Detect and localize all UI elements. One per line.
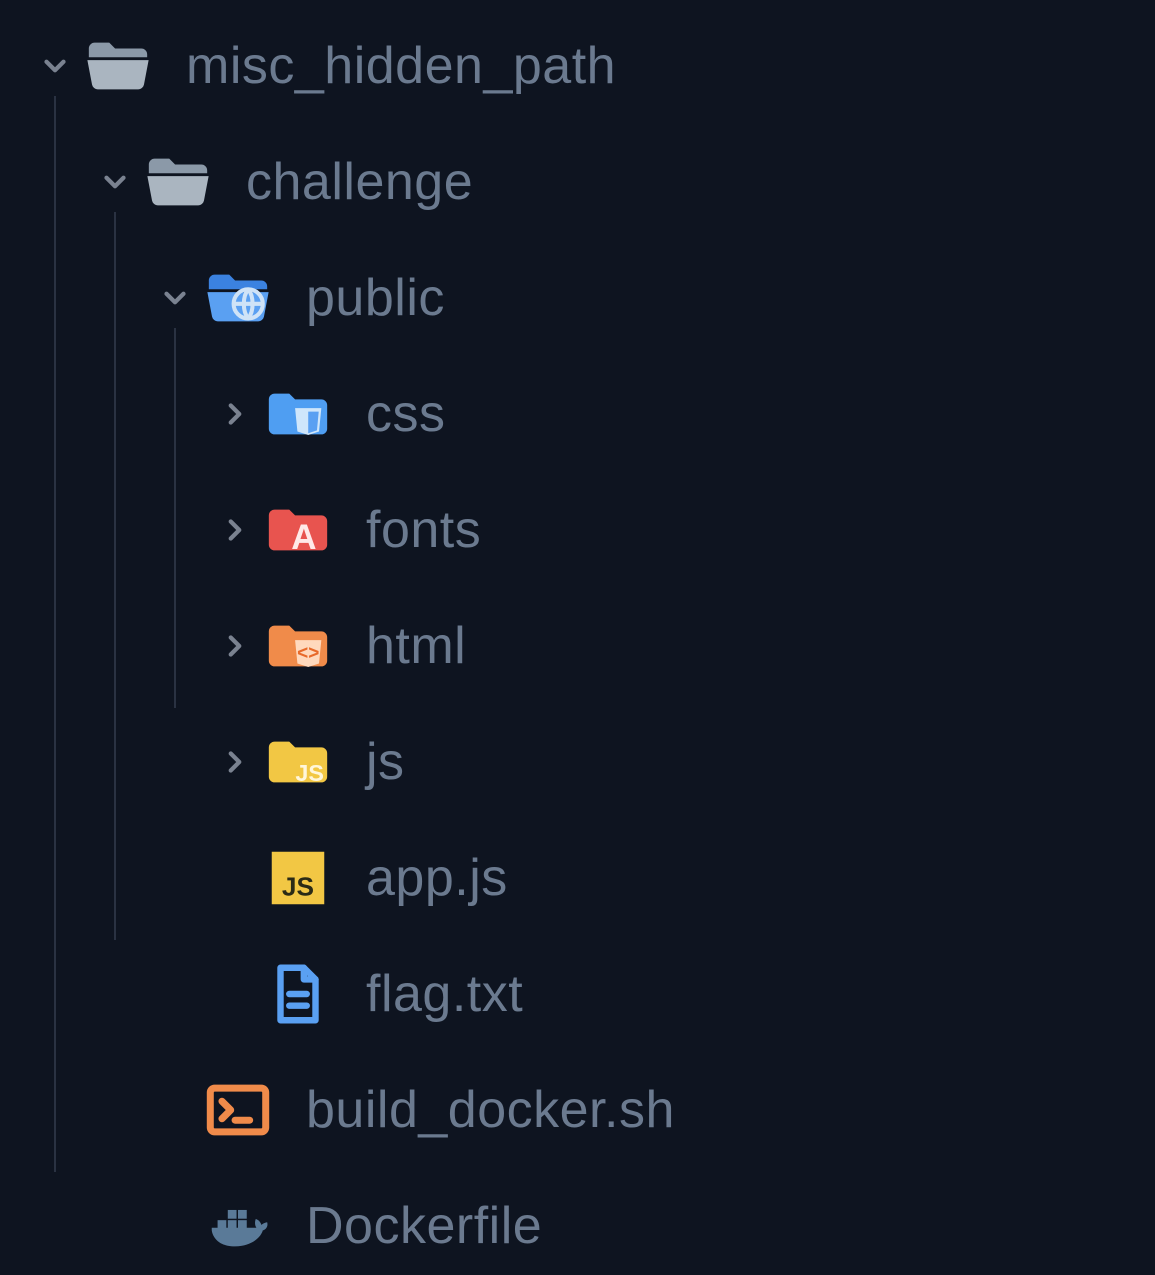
tree-item-label: misc_hidden_path (186, 36, 616, 96)
folder-open-icon (140, 144, 216, 220)
chevron-down-icon[interactable] (90, 165, 140, 199)
folder-css-icon (260, 376, 336, 452)
folder-public-icon (200, 260, 276, 336)
tree-item-label: js (366, 732, 405, 792)
chevron-right-icon[interactable] (210, 397, 260, 431)
tree-item-app-js[interactable]: JS app.js (30, 820, 1155, 936)
tree-item-label: html (366, 616, 466, 676)
file-tree: misc_hidden_path challenge pu (0, 0, 1155, 1275)
file-sh-icon (200, 1072, 276, 1148)
tree-item-root[interactable]: misc_hidden_path (30, 8, 1155, 124)
tree-item-public[interactable]: public (30, 240, 1155, 356)
chevron-right-icon[interactable] (210, 513, 260, 547)
folder-fonts-icon: A (260, 492, 336, 568)
tree-item-challenge[interactable]: challenge (30, 124, 1155, 240)
file-txt-icon (260, 956, 336, 1032)
tree-item-label: app.js (366, 848, 508, 908)
folder-html-icon: <> (260, 608, 336, 684)
file-js-icon: JS (260, 840, 336, 916)
tree-item-html[interactable]: <> html (30, 588, 1155, 704)
svg-text:JS: JS (282, 872, 314, 902)
svg-text:A: A (291, 518, 316, 557)
tree-item-label: challenge (246, 152, 473, 212)
folder-open-icon (80, 28, 156, 104)
tree-item-css[interactable]: css (30, 356, 1155, 472)
svg-text:JS: JS (295, 760, 324, 786)
tree-item-label: css (366, 384, 446, 444)
chevron-right-icon[interactable] (210, 629, 260, 663)
chevron-down-icon[interactable] (150, 281, 200, 315)
tree-item-label: Dockerfile (306, 1196, 542, 1256)
tree-item-label: build_docker.sh (306, 1080, 675, 1140)
tree-item-label: fonts (366, 500, 481, 560)
tree-item-label: flag.txt (366, 964, 523, 1024)
folder-js-icon: JS (260, 724, 336, 800)
tree-item-build-docker-sh[interactable]: build_docker.sh (30, 1052, 1155, 1168)
tree-item-js[interactable]: JS js (30, 704, 1155, 820)
tree-item-flag-txt[interactable]: flag.txt (30, 936, 1155, 1052)
svg-text:<>: <> (297, 643, 319, 664)
chevron-right-icon[interactable] (210, 745, 260, 779)
chevron-down-icon[interactable] (30, 49, 80, 83)
tree-item-dockerfile[interactable]: Dockerfile (30, 1168, 1155, 1275)
file-docker-icon (200, 1188, 276, 1264)
tree-item-fonts[interactable]: A fonts (30, 472, 1155, 588)
tree-item-label: public (306, 268, 445, 328)
